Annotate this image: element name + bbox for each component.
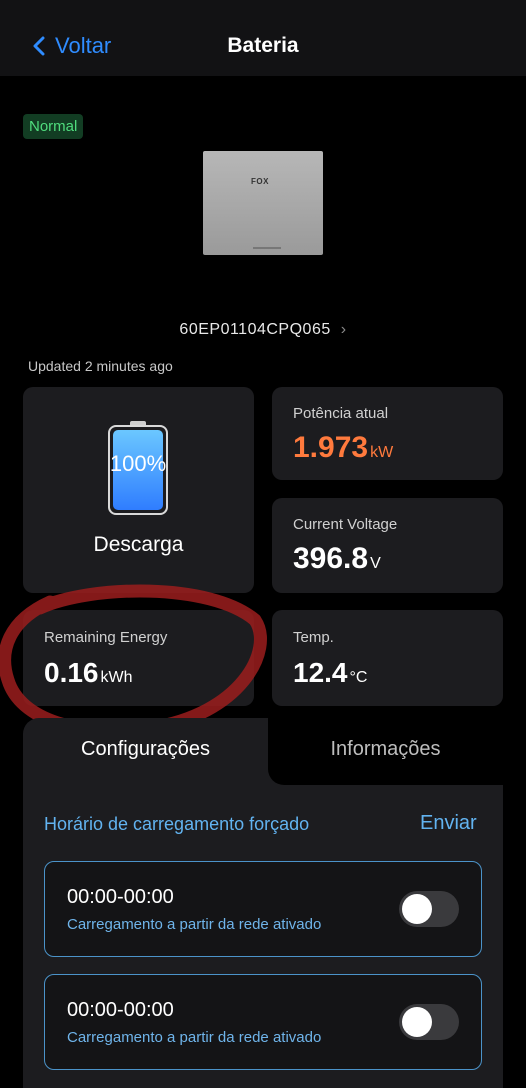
- schedule-card-2: 00:00-00:00 Carregamento a partir da red…: [44, 974, 482, 1070]
- status-badge: Normal: [23, 114, 84, 139]
- temp-value: 12.4: [293, 657, 348, 688]
- serial-number-link[interactable]: 60EP01104CPQ065 ›: [0, 321, 526, 339]
- voltage-value-wrap: 396.8 V: [293, 542, 381, 576]
- tab-informacoes[interactable]: Informações: [268, 738, 503, 761]
- tab-configuracoes[interactable]: Configurações: [23, 738, 268, 761]
- chevron-right-icon: ›: [340, 321, 347, 338]
- schedule-desc: Carregamento a partir da rede ativado: [67, 916, 322, 933]
- serial-number: 60EP01104CPQ065: [179, 321, 331, 338]
- schedule-time: 00:00-00:00: [67, 886, 174, 908]
- battery-status-card: 100% Descarga: [23, 387, 254, 593]
- device-logo: FOX: [251, 177, 269, 186]
- device-vent: [253, 247, 281, 249]
- send-button[interactable]: Enviar: [420, 812, 477, 835]
- power-value-wrap: 1.973 kW: [293, 431, 393, 465]
- battery-device-image: FOX: [203, 151, 323, 255]
- remaining-value-wrap: 0.16 kWh: [44, 657, 133, 689]
- battery-percent: 100%: [109, 451, 167, 476]
- updated-text: Updated 2 minutes ago: [28, 358, 173, 374]
- power-label: Potência atual: [293, 405, 389, 422]
- voltage-card: Current Voltage 396.8 V: [272, 498, 503, 593]
- temp-label: Temp.: [293, 629, 334, 646]
- power-unit: kW: [370, 444, 394, 461]
- voltage-label: Current Voltage: [293, 516, 398, 533]
- schedule-time: 00:00-00:00: [67, 999, 174, 1021]
- remaining-label: Remaining Energy: [44, 629, 168, 646]
- temp-value-wrap: 12.4 °C: [293, 657, 367, 689]
- battery-state: Descarga: [93, 533, 184, 556]
- voltage-unit: V: [370, 555, 381, 572]
- section-title: Horário de carregamento forçado: [44, 814, 310, 834]
- schedule-toggle[interactable]: [399, 1004, 459, 1040]
- power-card: Potência atual 1.973 kW: [272, 387, 503, 480]
- battery-icon: 100%: [108, 421, 168, 515]
- temperature-card: Temp. 12.4 °C: [272, 610, 503, 706]
- schedule-desc: Carregamento a partir da rede ativado: [67, 1029, 322, 1046]
- toggle-knob: [402, 1007, 432, 1037]
- schedule-toggle[interactable]: [399, 891, 459, 927]
- page-title: Bateria: [227, 34, 299, 57]
- voltage-value: 396.8: [293, 542, 369, 575]
- remaining-value: 0.16: [44, 657, 99, 688]
- schedule-card-1: 00:00-00:00 Carregamento a partir da red…: [44, 861, 482, 957]
- remaining-energy-card: Remaining Energy 0.16 kWh: [23, 610, 254, 706]
- temp-unit: °C: [349, 669, 368, 686]
- power-value: 1.973: [293, 431, 369, 464]
- toggle-knob: [402, 894, 432, 924]
- remaining-unit: kWh: [100, 669, 133, 686]
